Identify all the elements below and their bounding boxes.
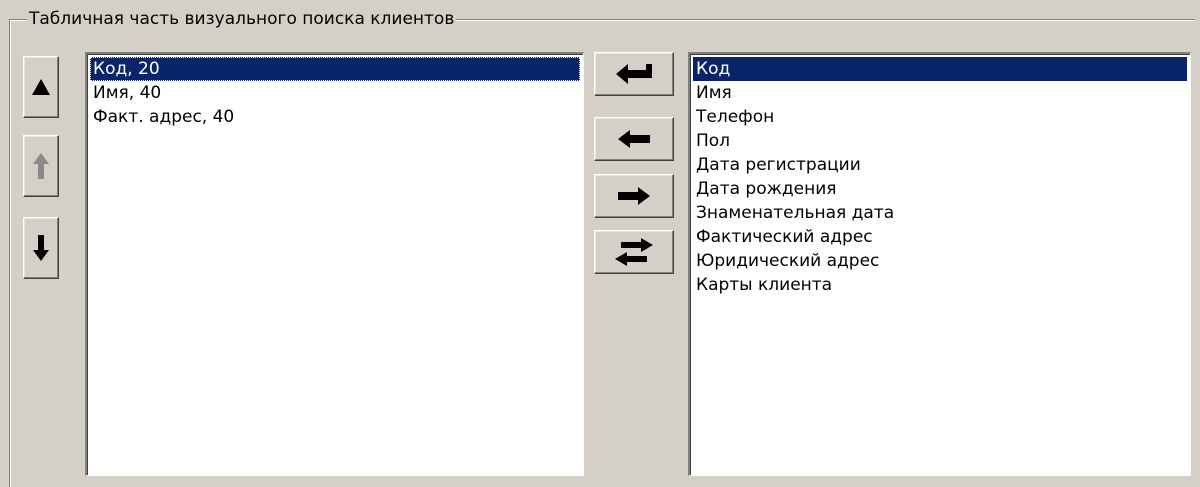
arrow-left-icon bbox=[616, 129, 652, 149]
list-item[interactable]: Код bbox=[693, 57, 1187, 81]
list-item[interactable]: Пол bbox=[693, 129, 1187, 153]
list-item[interactable]: Телефон bbox=[693, 105, 1187, 129]
list-item[interactable]: Карты клиента bbox=[693, 273, 1187, 297]
list-item[interactable]: Факт. адрес, 40 bbox=[90, 105, 580, 129]
add-field-button[interactable] bbox=[594, 117, 674, 161]
add-field-enter-button[interactable] bbox=[594, 52, 674, 96]
arrow-up-thin-icon bbox=[32, 152, 50, 180]
double-arrow-icon bbox=[613, 237, 655, 267]
available-fields-list[interactable]: Код Имя Телефон Пол Дата регистрации Дата рож… bbox=[688, 52, 1191, 476]
arrow-up-icon bbox=[31, 77, 51, 97]
move-top-button[interactable] bbox=[23, 56, 59, 118]
move-down-button[interactable] bbox=[23, 217, 59, 279]
group-box-title: Табличная часть визуального поиска клиен… bbox=[27, 9, 457, 29]
return-arrow-icon bbox=[614, 62, 654, 86]
arrow-down-icon bbox=[32, 234, 50, 262]
list-item[interactable]: Фактический адрес bbox=[693, 225, 1187, 249]
arrow-right-icon bbox=[616, 186, 652, 206]
list-item[interactable]: Юридический адрес bbox=[693, 249, 1187, 273]
swap-fields-button[interactable] bbox=[594, 230, 674, 274]
list-item[interactable]: Знаменательная дата bbox=[693, 201, 1187, 225]
list-item[interactable]: Дата рождения bbox=[693, 177, 1187, 201]
list-item[interactable]: Имя, 40 bbox=[90, 81, 580, 105]
list-item[interactable]: Код, 20 bbox=[90, 57, 580, 81]
selected-columns-list[interactable]: Код, 20 Имя, 40 Факт. адрес, 40 bbox=[85, 52, 584, 476]
available-fields-items: Код Имя Телефон Пол Дата регистрации Дата рож… bbox=[690, 54, 1190, 297]
move-up-button[interactable] bbox=[23, 135, 59, 197]
visual-search-table-panel: Табличная часть визуального поиска клиен… bbox=[0, 0, 1200, 487]
list-item[interactable]: Дата регистрации bbox=[693, 153, 1187, 177]
list-item[interactable]: Имя bbox=[693, 81, 1187, 105]
selected-columns-items: Код, 20 Имя, 40 Факт. адрес, 40 bbox=[87, 54, 583, 129]
remove-field-button[interactable] bbox=[594, 174, 674, 218]
